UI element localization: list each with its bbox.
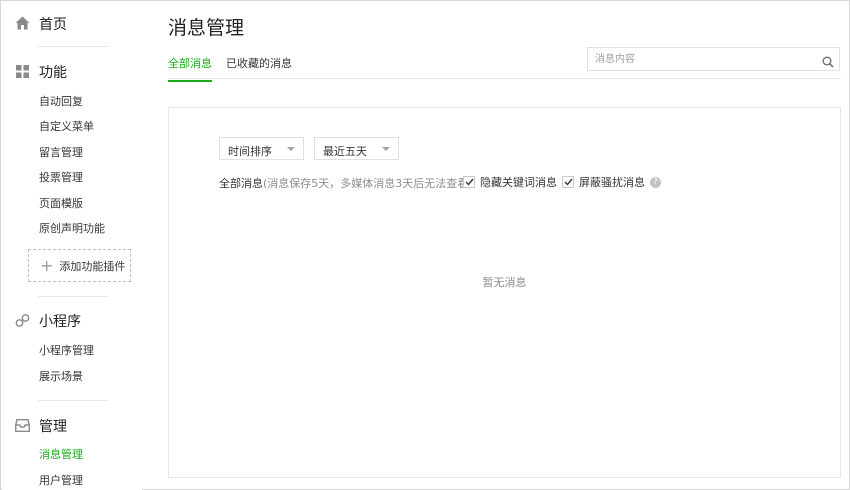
date-range-select[interactable]: 最近五天 xyxy=(314,137,399,160)
add-plugin-label: 添加功能插件 xyxy=(59,259,126,273)
nav-group-features-label: 功能 xyxy=(39,65,67,81)
page-title: 消息管理 xyxy=(168,17,245,39)
sidebar-item-user-manage[interactable]: 用户管理 xyxy=(39,474,83,488)
checkbox-checked[interactable] xyxy=(463,176,475,188)
sidebar-item-custom-menu[interactable]: 自定义菜单 xyxy=(39,120,94,134)
caret-down-icon xyxy=(382,147,390,151)
empty-state-text: 暂无消息 xyxy=(482,276,527,289)
nav-group-manage-label: 管理 xyxy=(39,419,67,435)
block-spam-checkbox[interactable]: 屏蔽骚扰消息 ? xyxy=(562,174,661,190)
plus-icon: + xyxy=(40,255,54,275)
block-spam-label: 屏蔽骚扰消息 xyxy=(579,176,645,189)
hide-keyword-label: 隐藏关键词消息 xyxy=(480,176,557,189)
link-icon xyxy=(14,312,30,328)
sidebar: 首页 功能 自动回复 自定义菜单 留言管理 投票管理 页面模版 原创声明功能 +… xyxy=(2,2,142,490)
sort-select-value: 时间排序 xyxy=(228,145,272,158)
tab-all-messages[interactable]: 全部消息 xyxy=(168,55,212,82)
search-input[interactable] xyxy=(588,48,814,70)
inbox-icon xyxy=(14,417,30,433)
message-panel: 时间排序 最近五天 全部消息(消息保存5天，多媒体消息3天后无法查看) 隐藏关键… xyxy=(168,107,841,478)
sidebar-item-message-manage[interactable]: 消息管理 xyxy=(39,448,83,462)
add-plugin-button[interactable]: + 添加功能插件 xyxy=(28,249,131,282)
nav-home-label: 首页 xyxy=(39,17,67,33)
sidebar-item-auto-reply[interactable]: 自动回复 xyxy=(39,95,83,109)
help-icon[interactable]: ? xyxy=(650,176,661,188)
filter-hint: (消息保存5天，多媒体消息3天后无法查看) xyxy=(263,177,473,190)
sidebar-item-miniprogram-manage[interactable]: 小程序管理 xyxy=(39,344,94,358)
sidebar-item-comments[interactable]: 留言管理 xyxy=(39,146,83,160)
sidebar-divider xyxy=(38,400,108,401)
sidebar-divider xyxy=(38,46,108,47)
caret-down-icon xyxy=(287,147,295,151)
app-window: 首页 功能 自动回复 自定义菜单 留言管理 投票管理 页面模版 原创声明功能 +… xyxy=(0,0,850,490)
tab-starred-messages[interactable]: 已收藏的消息 xyxy=(226,55,292,80)
search-box xyxy=(587,47,840,71)
sort-select[interactable]: 时间排序 xyxy=(219,137,304,160)
date-range-select-value: 最近五天 xyxy=(323,145,367,158)
filter-label: 全部消息(消息保存5天，多媒体消息3天后无法查看) xyxy=(219,175,473,191)
filter-label-main: 全部消息 xyxy=(219,177,263,190)
sidebar-divider xyxy=(38,296,108,297)
search-icon[interactable] xyxy=(822,53,834,68)
grid-icon xyxy=(14,63,30,79)
nav-group-miniprogram-label: 小程序 xyxy=(39,314,81,330)
hide-keyword-checkbox[interactable]: 隐藏关键词消息 xyxy=(463,174,557,190)
sidebar-item-votes[interactable]: 投票管理 xyxy=(39,171,83,185)
checkbox-checked[interactable] xyxy=(562,176,574,188)
sidebar-item-page-templates[interactable]: 页面模版 xyxy=(39,197,83,211)
home-icon xyxy=(14,15,30,31)
sidebar-item-display-scenes[interactable]: 展示场景 xyxy=(39,370,83,384)
sidebar-item-original-declaration[interactable]: 原创声明功能 xyxy=(39,222,105,236)
